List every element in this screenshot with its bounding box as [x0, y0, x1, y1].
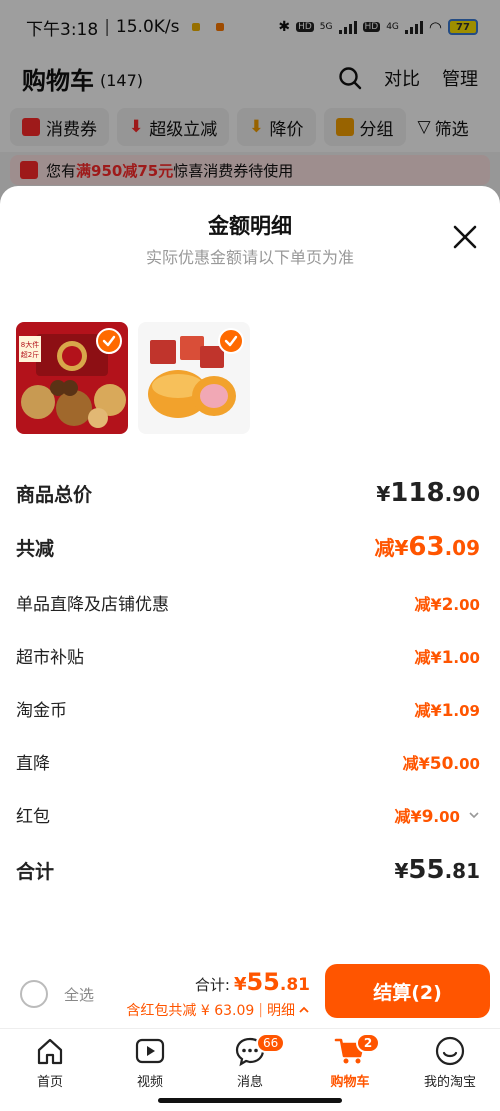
row-label: 超市补贴 — [16, 648, 84, 668]
discount-text: 含红包共减 ¥ 63.09 — [126, 1003, 255, 1019]
row-label: 淘金币 — [16, 701, 67, 721]
row-total-price: 商品总价 ¥118.90 — [16, 478, 480, 508]
message-badge: 66 — [256, 1033, 286, 1053]
product-thumbnails: 8大件 超2斤 — [16, 322, 250, 434]
tab-messages-label: 消息 — [236, 1075, 263, 1090]
tab-home-label: 首页 — [36, 1075, 63, 1090]
discount-summary[interactable]: 含红包共减 ¥ 63.09 | 明细 — [126, 1000, 310, 1020]
home-indicator[interactable] — [158, 1098, 342, 1103]
row-label: 合计 — [16, 860, 55, 883]
select-all-radio[interactable] — [20, 980, 48, 1008]
video-icon — [135, 1038, 165, 1064]
product-thumb-cake[interactable] — [138, 322, 250, 434]
chevron-down-icon[interactable] — [468, 809, 480, 821]
row-grand-total: 合计 ¥55.81 — [16, 855, 480, 885]
svg-text:超2斤: 超2斤 — [21, 350, 39, 359]
sheet-subtitle: 实际优惠金额请以下单页为准 — [145, 248, 354, 267]
row-label: 红包 — [16, 807, 50, 827]
total-amount: 合计: ¥ 55 .81 — [195, 968, 310, 996]
chevron-up-icon[interactable] — [298, 1004, 310, 1016]
total-prefix: ¥ — [233, 974, 247, 995]
row-total-discount: 共减 减¥ 63.09 — [16, 532, 480, 562]
tab-cart[interactable]: 2 购物车 — [300, 1033, 400, 1090]
check-icon[interactable] — [218, 328, 244, 354]
row-supermarket-subsidy: 超市补贴 减¥ 1.00 — [16, 643, 480, 669]
tab-video-label: 视频 — [136, 1075, 163, 1090]
product-thumb-nut-gift-box[interactable]: 8大件 超2斤 — [16, 322, 128, 434]
row-label: 共减 — [16, 537, 55, 560]
total-dec: .81 — [279, 975, 310, 995]
svg-text:8大件: 8大件 — [21, 340, 39, 349]
row-amount: ¥55.81 — [394, 855, 480, 885]
row-amount: 减¥ 9.00 — [394, 806, 460, 827]
detail-link[interactable]: 明细 — [267, 1000, 295, 1020]
row-item-discount: 单品直降及店铺优惠 减¥ 2.00 — [16, 590, 480, 616]
profile-icon — [435, 1036, 465, 1066]
sheet-title: 金额明细 — [208, 214, 292, 238]
row-label: 商品总价 — [16, 483, 93, 506]
check-icon[interactable] — [96, 328, 122, 354]
cart-badge: 2 — [356, 1033, 380, 1053]
tab-cart-label: 购物车 — [330, 1075, 370, 1090]
row-red-packet[interactable]: 红包 减¥ 9.00 — [16, 802, 480, 827]
checkout-bar: 全选 合计: ¥ 55 .81 含红包共减 ¥ 63.09 | 明细 结算(2) — [0, 960, 500, 1028]
tab-profile-label: 我的淘宝 — [423, 1075, 476, 1090]
row-gold-coin: 淘金币 减¥ 1.09 — [16, 696, 480, 722]
row-label: 单品直降及店铺优惠 — [16, 595, 169, 615]
select-all-label[interactable]: 全选 — [64, 984, 94, 1005]
row-amount: 减¥ 1.09 — [414, 700, 480, 721]
total-int: 55 — [246, 968, 280, 996]
home-icon — [37, 1038, 63, 1065]
tab-messages[interactable]: 66 消息 — [200, 1033, 300, 1090]
total-label: 合计: — [194, 976, 230, 994]
tab-profile[interactable]: 我的淘宝 — [400, 1035, 500, 1090]
close-icon[interactable] — [452, 224, 478, 250]
row-label: 直降 — [16, 754, 50, 774]
row-amount: ¥118.90 — [376, 478, 480, 508]
tab-video[interactable]: 视频 — [100, 1035, 200, 1090]
row-amount: 减¥ 50.00 — [402, 753, 480, 774]
row-amount: 减¥ 63.09 — [374, 532, 480, 562]
tab-home[interactable]: 首页 — [0, 1035, 100, 1090]
row-amount: 减¥ 2.00 — [414, 594, 480, 615]
checkout-button[interactable]: 结算(2) — [325, 964, 490, 1018]
row-direct-drop: 直降 减¥ 50.00 — [16, 749, 480, 775]
row-amount: 减¥ 1.00 — [414, 647, 480, 668]
